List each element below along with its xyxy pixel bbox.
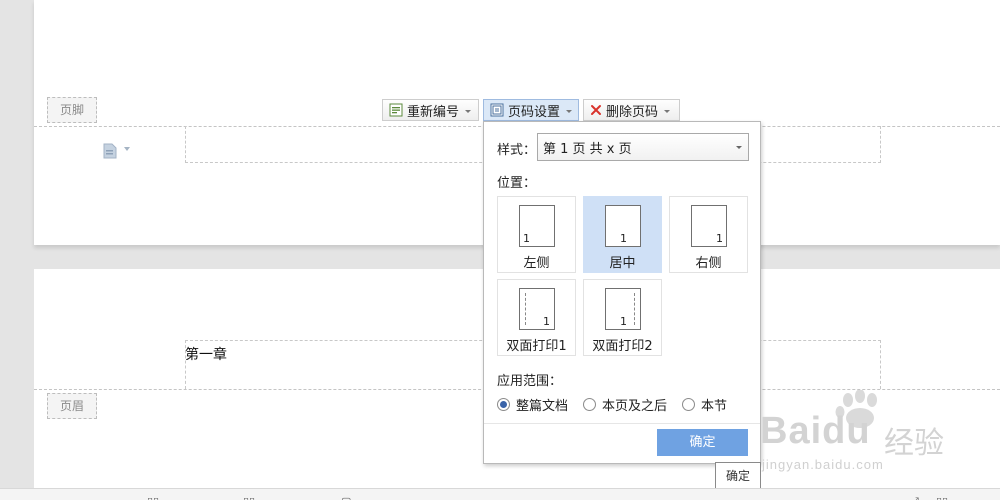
- panel-divider: [484, 423, 760, 424]
- delete-page-number-button[interactable]: 删除页码: [583, 99, 680, 121]
- radio-unchecked-icon: [583, 398, 596, 411]
- position-tile-duplex-1[interactable]: 1 双面打印1: [497, 279, 576, 356]
- page-number-icon[interactable]: [103, 143, 117, 159]
- delete-x-icon: [590, 104, 602, 116]
- delete-dropdown-icon: [664, 109, 671, 113]
- header-tag[interactable]: 页眉: [47, 393, 97, 419]
- position-tile-label: 居中: [609, 256, 636, 271]
- position-tile-left[interactable]: 1 左侧: [497, 196, 576, 273]
- page-thumbnail-icon: 1: [605, 288, 641, 330]
- fullscreen-icon[interactable]: ⤢: [910, 495, 919, 500]
- chapter-heading-text[interactable]: 第一章: [185, 344, 227, 364]
- scope-option-label: 本节: [701, 399, 728, 414]
- page-thumbnail-icon: 1: [691, 205, 727, 247]
- position-tile-label: 双面打印2: [592, 339, 653, 354]
- ok-button[interactable]: 确定: [657, 429, 748, 456]
- page-number-caret-icon[interactable]: [124, 147, 130, 151]
- renumber-icon: [389, 103, 403, 117]
- footer-tag[interactable]: 页脚: [47, 97, 97, 123]
- position-tile-center[interactable]: 1 居中: [583, 196, 662, 273]
- position-tile-right[interactable]: 1 右侧: [669, 196, 748, 273]
- page-thumbnail-icon: 1: [519, 205, 555, 247]
- view-mode-icon[interactable]: ▯▯: [147, 495, 159, 500]
- scope-radio-this-page-onward[interactable]: 本页及之后: [583, 395, 667, 414]
- status-bar: ▯▯ ▯▯ ▢ ⤢ ▯▯: [0, 488, 1000, 500]
- position-tile-label: 右侧: [695, 256, 722, 271]
- style-select-value: 第 1 页 共 x 页: [543, 141, 632, 157]
- page-thumbnail-icon: 1: [605, 205, 641, 247]
- reading-mode-icon[interactable]: ▯▯: [936, 495, 948, 500]
- page-number-settings-panel: 样式： 第 1 页 共 x 页 位置： 1 左侧 1 居中 1 右侧 1 双面打…: [483, 121, 761, 464]
- page-thumbnail-icon: 1: [519, 288, 555, 330]
- page-settings-icon: [490, 103, 504, 117]
- delete-page-number-label: 删除页码: [606, 104, 659, 120]
- renumber-label: 重新编号: [407, 104, 460, 120]
- apply-scope-label: 应用范围：: [497, 374, 563, 389]
- renumber-dropdown-icon: [465, 109, 472, 113]
- scope-radio-whole-document[interactable]: 整篇文档: [497, 395, 568, 414]
- page-settings-dropdown-icon: [566, 109, 573, 113]
- shield-icon[interactable]: ▢: [341, 495, 351, 500]
- chevron-down-icon: [736, 146, 742, 149]
- position-tile-duplex-2[interactable]: 1 双面打印2: [583, 279, 662, 356]
- renumber-button[interactable]: 重新编号: [382, 99, 479, 121]
- radio-checked-icon: [497, 398, 510, 411]
- position-tile-label: 左侧: [523, 256, 550, 271]
- ok-tooltip: 确定: [715, 462, 761, 490]
- layout-icon[interactable]: ▯▯: [243, 495, 255, 500]
- scope-radio-this-section[interactable]: 本节: [682, 395, 727, 414]
- scope-option-label: 整篇文档: [516, 399, 569, 414]
- style-label: 样式：: [497, 143, 537, 158]
- page-number-settings-button[interactable]: 页码设置: [483, 99, 579, 121]
- position-label: 位置：: [497, 176, 537, 191]
- position-tile-label: 双面打印1: [506, 339, 567, 354]
- page-number-settings-label: 页码设置: [508, 104, 561, 120]
- radio-unchecked-icon: [682, 398, 695, 411]
- scope-option-label: 本页及之后: [602, 399, 668, 414]
- style-select[interactable]: 第 1 页 共 x 页: [537, 133, 749, 161]
